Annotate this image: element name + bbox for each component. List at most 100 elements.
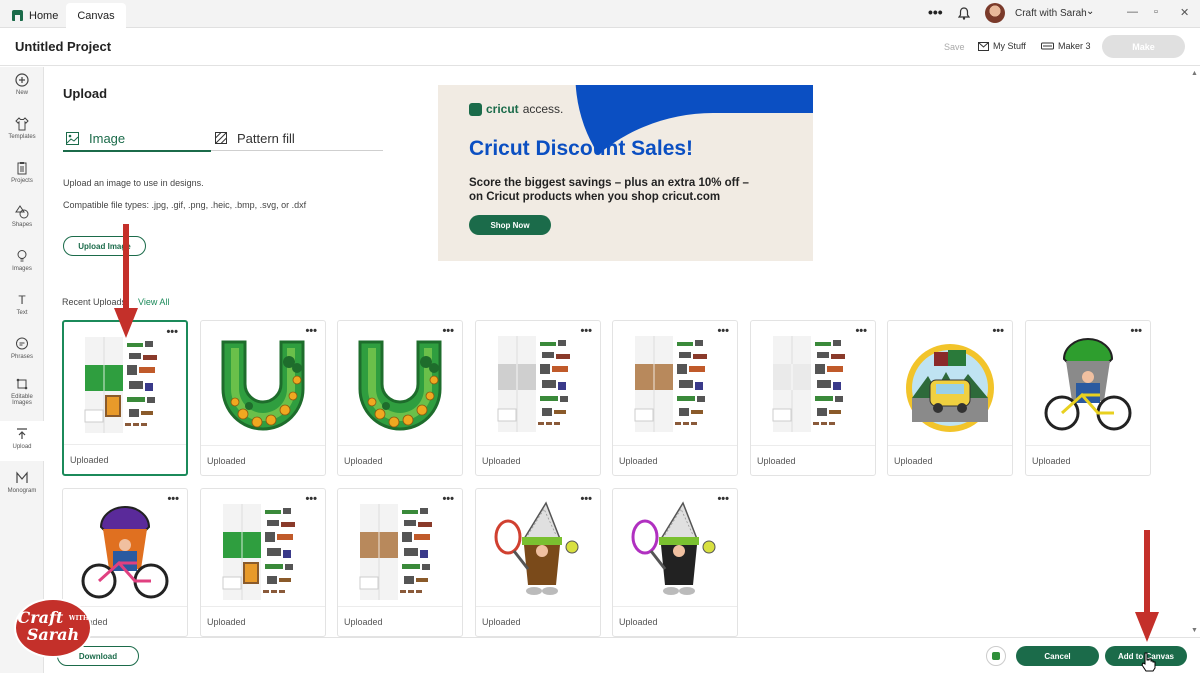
title-bar: Home Canvas ••• Craft with Sarah ⌄ — ▫ ✕ [0,0,1200,28]
upload-card-label: Uploaded [751,445,875,475]
panel-title: Upload [63,86,108,101]
upload-thumbnail [613,489,737,614]
envelope-icon [978,41,989,51]
tab-pattern-fill[interactable]: Pattern fill [215,127,295,149]
upload-card[interactable]: ••• Uploaded [750,320,876,476]
active-tab-indicator [63,150,211,152]
more-options-icon[interactable]: ••• [855,326,867,337]
upload-card-label: Uploaded [476,606,600,636]
more-options-icon[interactable]: ••• [305,326,317,337]
cancel-button[interactable]: Cancel [1016,646,1099,666]
upload-card-label: Uploaded [64,444,186,474]
upload-card-label: Uploaded [201,445,325,475]
scroll-down-icon[interactable]: ▼ [1191,627,1198,634]
shop-now-button[interactable]: Shop Now [469,215,551,235]
avatar[interactable] [985,3,1005,23]
chevron-down-icon[interactable]: ⌄ [1086,6,1094,17]
upload-card[interactable]: ••• Uploaded [475,488,601,637]
red-arrow-annotation [114,224,138,338]
sidebar-item-shapes[interactable]: Shapes [0,205,44,241]
sidebar-item-upload[interactable]: Upload [0,421,44,461]
clipboard-icon [17,162,27,175]
banner-subtext-1: Score the biggest savings – plus an extr… [469,177,749,189]
machine-icon [1041,42,1054,50]
more-options-icon[interactable]: ••• [580,494,592,505]
sidebar-item-new[interactable]: New [0,73,44,109]
more-options-icon[interactable]: ••• [167,494,179,505]
upload-card[interactable]: ••• Uploaded [887,320,1013,476]
minimize-icon[interactable]: — [1127,6,1138,18]
machine-button[interactable]: Maker 3 [1041,41,1091,51]
upload-thumbnail [63,489,187,614]
promo-banner[interactable]: cricut access. Cricut Discount Sales! Sc… [438,85,813,261]
sidebar-item-images[interactable]: Images [0,249,44,285]
sidebar-item-editable-images[interactable]: Editable Images [0,377,44,421]
tab-canvas[interactable]: Canvas [66,3,126,28]
sidebar-item-label: New [15,90,28,96]
banner-headline: Cricut Discount Sales! [469,137,694,160]
upload-card[interactable]: ••• Uploaded [200,320,326,476]
more-options-icon[interactable]: ••• [1130,326,1142,337]
sidebar-item-text[interactable]: T Text [0,293,44,329]
close-icon[interactable]: ✕ [1180,6,1189,19]
save-button[interactable]: Save [944,42,965,52]
cricut-access-logo: cricut access. [469,102,563,116]
machine-label: Maker 3 [1058,41,1091,51]
bell-icon[interactable] [958,7,970,20]
account-name[interactable]: Craft with Sarah [1015,8,1087,19]
shapes-icon [15,205,29,219]
tab-image[interactable]: Image [66,127,125,149]
more-options-icon[interactable]: ••• [992,326,1004,337]
my-stuff-button[interactable]: My Stuff [978,41,1026,51]
sidebar-item-projects[interactable]: Projects [0,161,44,197]
sidebar-item-label: Editable Images [11,394,33,406]
cricut-logo-icon [469,102,482,116]
more-options-icon[interactable]: ••• [717,494,729,505]
scrollbar[interactable] [1189,67,1199,637]
upload-card-label: Uploaded [888,445,1012,475]
image-icon [66,131,79,145]
upload-card[interactable]: ••• Uploaded [200,488,326,637]
color-sync-icon[interactable] [986,646,1006,666]
monogram-icon [16,471,28,483]
upload-thumbnail [338,321,462,446]
project-header: Untitled Project Save My Stuff Maker 3 M… [0,28,1200,66]
make-button[interactable]: Make [1102,35,1185,58]
banner-subtext-2: on Cricut products when you shop cricut.… [469,191,721,203]
upload-card[interactable]: ••• Uploaded [337,488,463,637]
upload-card-label: Uploaded [201,606,325,636]
more-options-icon[interactable]: ••• [442,494,454,505]
file-types-note: Compatible file types: .jpg, .gif, .png,… [63,200,307,210]
sidebar-item-monogram[interactable]: Monogram [0,471,44,507]
view-all-link[interactable]: View All [138,297,169,307]
more-options-icon[interactable]: ••• [580,326,592,337]
tab-home[interactable]: Home [0,3,65,28]
restore-icon[interactable]: ▫ [1154,6,1158,18]
left-sidebar: New Templates Projects Shapes Images T T… [0,67,44,673]
upload-thumbnail [613,321,737,446]
sidebar-item-templates[interactable]: Templates [0,117,44,153]
upload-card[interactable]: ••• Uploaded [62,320,188,476]
sidebar-item-phrases[interactable]: Phrases [0,337,44,373]
upload-card[interactable]: ••• Uploaded [612,488,738,637]
more-options-icon[interactable]: ••• [928,4,943,20]
upload-card[interactable]: ••• Uploaded [612,320,738,476]
more-options-icon[interactable]: ••• [442,326,454,337]
upload-card[interactable]: ••• Uploaded [1025,320,1151,476]
upload-card[interactable]: ••• Uploaded [475,320,601,476]
more-options-icon[interactable]: ••• [166,327,178,338]
home-icon [12,10,23,21]
more-options-icon[interactable]: ••• [717,326,729,337]
more-options-icon[interactable]: ••• [305,494,317,505]
upload-card-label: Uploaded [338,606,462,636]
tab-home-label: Home [29,9,59,22]
editable-image-icon [16,378,28,390]
upload-thumbnail [888,321,1012,446]
scroll-up-icon[interactable]: ▲ [1191,70,1198,77]
tab-canvas-label: Canvas [77,9,115,22]
upload-card-label: Uploaded [1026,445,1150,475]
project-title[interactable]: Untitled Project [15,39,111,54]
upload-icon [17,428,27,439]
lightbulb-icon [17,250,27,262]
upload-card[interactable]: ••• Uploaded [337,320,463,476]
